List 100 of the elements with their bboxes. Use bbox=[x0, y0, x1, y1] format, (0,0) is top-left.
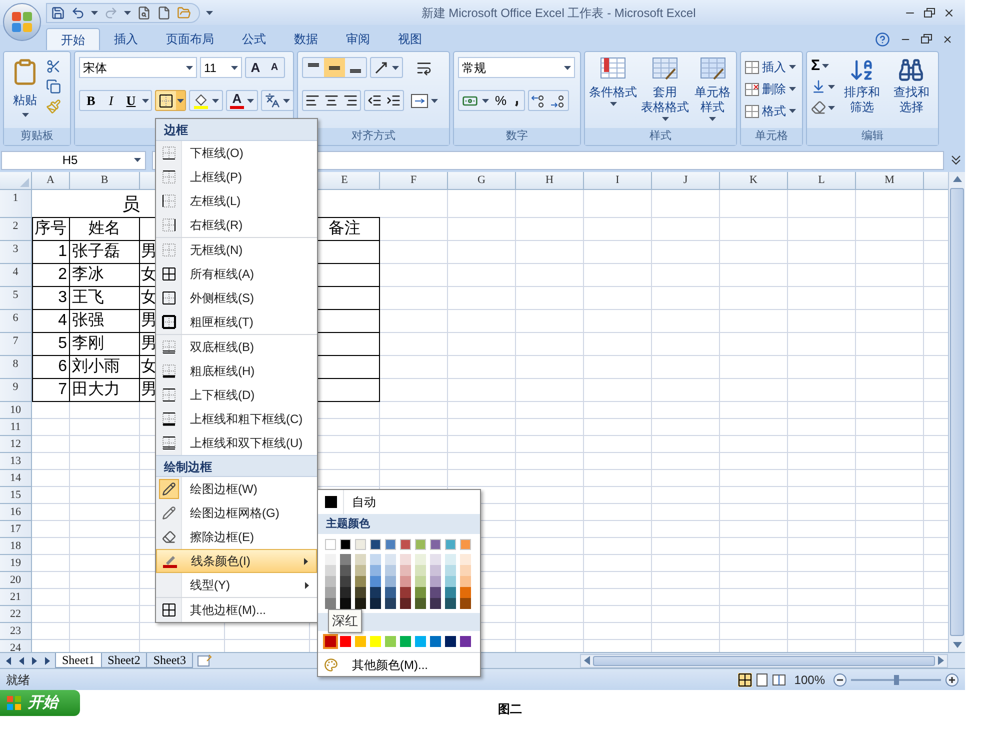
table-cell: 张子磊 bbox=[70, 241, 140, 264]
ribbon-tab[interactable]: 页面布局 bbox=[152, 28, 228, 50]
row-header[interactable]: 16 bbox=[0, 504, 32, 521]
row-header[interactable]: 1 bbox=[0, 190, 32, 218]
row-header[interactable]: 12 bbox=[0, 436, 32, 453]
cells-button[interactable]: 删除 bbox=[745, 80, 796, 98]
row-header[interactable]: 4 bbox=[0, 264, 32, 287]
row-header[interactable]: 5 bbox=[0, 287, 32, 310]
ribbon-tab[interactable]: 公式 bbox=[228, 28, 280, 50]
menu-item[interactable]: 线型(Y) bbox=[156, 573, 317, 597]
row-header[interactable]: 3 bbox=[0, 241, 32, 264]
ribbon-tab[interactable]: 插入 bbox=[100, 28, 152, 50]
column-header[interactable]: L bbox=[788, 172, 856, 189]
menu-item[interactable]: 上框线和粗下框线(C) bbox=[156, 407, 317, 431]
menu-item[interactable]: 左框线(L) bbox=[156, 189, 317, 213]
menu-item[interactable]: 其他颜色(M)... bbox=[318, 652, 480, 676]
styles-button[interactable]: 单元格 样式 bbox=[693, 57, 732, 128]
italic-button[interactable]: I bbox=[102, 90, 120, 110]
table-cell: 2 bbox=[32, 264, 70, 287]
menu-item[interactable]: 绘图边框网格(G) bbox=[156, 501, 317, 525]
cells-button[interactable]: 插入 bbox=[745, 58, 796, 76]
table-cell: 4 bbox=[32, 310, 70, 333]
underline-button[interactable]: U bbox=[122, 90, 140, 110]
table-cell: 李刚 bbox=[70, 333, 140, 356]
table-cell: 7 bbox=[32, 379, 70, 402]
sheet-tab[interactable]: Sheet3 bbox=[146, 653, 194, 668]
row-header[interactable]: 22 bbox=[0, 606, 32, 623]
row-header[interactable]: 18 bbox=[0, 538, 32, 555]
row-header[interactable]: 14 bbox=[0, 470, 32, 487]
editing-button[interactable]: 查找和 选择 bbox=[888, 57, 934, 128]
styles-button[interactable]: 条件格式 bbox=[589, 57, 637, 128]
row-header[interactable]: 13 bbox=[0, 453, 32, 470]
bold-button[interactable]: B bbox=[82, 90, 100, 110]
table-cell: 5 bbox=[32, 333, 70, 356]
table-cell: 张强 bbox=[70, 310, 140, 333]
menu-section-title: 边框 bbox=[156, 119, 317, 141]
paste-button[interactable]: 粘贴 bbox=[8, 57, 42, 128]
row-header[interactable]: 15 bbox=[0, 487, 32, 504]
column-header[interactable]: G bbox=[448, 172, 516, 189]
ribbon-tab[interactable]: 数据 bbox=[280, 28, 332, 50]
menu-item[interactable]: 擦除边框(E) bbox=[156, 525, 317, 549]
row-header[interactable]: 8 bbox=[0, 356, 32, 379]
menu-item[interactable]: 其他边框(M)... bbox=[156, 598, 317, 622]
column-header[interactable]: F bbox=[380, 172, 448, 189]
shrink-font-button[interactable]: A bbox=[265, 58, 284, 77]
editing-button[interactable]: 排序和 筛选 bbox=[839, 57, 884, 128]
table-cell: 3 bbox=[32, 287, 70, 310]
group-label: 单元格 bbox=[741, 128, 802, 145]
row-header[interactable]: 20 bbox=[0, 572, 32, 589]
column-header[interactable]: K bbox=[720, 172, 788, 189]
table-cell: 6 bbox=[32, 356, 70, 379]
table-cell: 员 bbox=[70, 190, 140, 218]
window-title: 新建 Microsoft Office Excel 工作表 - Microsoft Excel bbox=[421, 4, 696, 22]
menu-item[interactable]: 线条颜色(I) bbox=[156, 549, 317, 573]
table-cell: 王飞 bbox=[70, 287, 140, 310]
row-header[interactable]: 19 bbox=[0, 555, 32, 572]
menu-section-title: 绘制边框 bbox=[156, 455, 317, 477]
table-cell: 序号 bbox=[32, 218, 70, 241]
row-header[interactable]: 17 bbox=[0, 521, 32, 538]
font-name-field[interactable]: 宋体 bbox=[79, 57, 197, 78]
row-header[interactable]: 24 bbox=[0, 640, 32, 652]
row-header[interactable]: 9 bbox=[0, 379, 32, 402]
column-header[interactable]: A bbox=[32, 172, 70, 189]
font-size-field[interactable]: 11 bbox=[200, 57, 242, 78]
cells-button[interactable]: 格式 bbox=[745, 102, 796, 120]
column-header[interactable]: H bbox=[516, 172, 584, 189]
name-box[interactable]: H5 bbox=[1, 150, 146, 170]
sheet-tab[interactable]: Sheet2 bbox=[100, 653, 148, 668]
zoom-level: 100% bbox=[794, 672, 825, 688]
group-label: 编辑 bbox=[807, 128, 938, 145]
column-header[interactable]: I bbox=[584, 172, 652, 189]
table-cell: 刘小雨 bbox=[70, 356, 140, 379]
ribbon-tab[interactable]: 视图 bbox=[384, 28, 436, 50]
row-header[interactable]: 7 bbox=[0, 333, 32, 356]
table-cell: 姓名 bbox=[70, 218, 140, 241]
row-header[interactable]: 10 bbox=[0, 402, 32, 419]
column-header[interactable]: J bbox=[652, 172, 720, 189]
row-header[interactable]: 21 bbox=[0, 589, 32, 606]
styles-button[interactable]: 套用 表格格式 bbox=[641, 57, 689, 128]
column-header[interactable]: M bbox=[856, 172, 924, 189]
status-text: 就绪 bbox=[6, 672, 30, 688]
sheet-tab[interactable]: Sheet1 bbox=[55, 653, 102, 668]
table-cell: 1 bbox=[32, 241, 70, 264]
ribbon-tab[interactable]: 审阅 bbox=[332, 28, 384, 50]
menu-item[interactable]: 上框线和双下框线(U) bbox=[156, 431, 317, 455]
group-label: 样式 bbox=[585, 128, 736, 145]
row-header[interactable]: 23 bbox=[0, 623, 32, 640]
column-header[interactable]: B bbox=[70, 172, 140, 189]
menu-item[interactable]: 绘图边框(W) bbox=[156, 477, 317, 501]
row-header[interactable]: 2 bbox=[0, 218, 32, 241]
figure-caption: 图二 bbox=[498, 701, 522, 718]
tooltip: 深红 bbox=[328, 609, 362, 632]
menu-section-title: 主题颜色 bbox=[318, 514, 480, 534]
grow-font-button[interactable]: A bbox=[246, 58, 265, 77]
ribbon-tab[interactable]: 开始 bbox=[46, 28, 100, 50]
group-label: 剪贴板 bbox=[4, 128, 70, 145]
row-header[interactable]: 11 bbox=[0, 419, 32, 436]
number-format-field[interactable]: 常规 bbox=[458, 57, 575, 78]
row-header[interactable]: 6 bbox=[0, 310, 32, 333]
sum-button[interactable]: Σ bbox=[811, 58, 820, 73]
